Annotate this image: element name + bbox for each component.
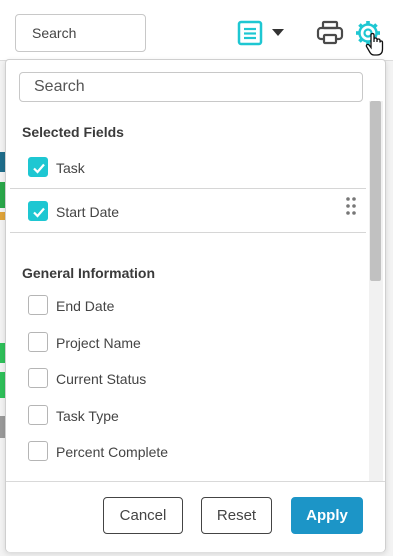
print-button[interactable] xyxy=(316,20,344,46)
checkbox-checked[interactable] xyxy=(28,201,48,221)
field-label: Task Type xyxy=(56,408,119,424)
settings-button[interactable] xyxy=(353,18,385,60)
field-row[interactable]: Project Name xyxy=(10,323,366,359)
field-row[interactable]: Task Type xyxy=(10,396,366,432)
selected-field-row[interactable]: Task xyxy=(10,145,366,189)
checkbox-unchecked[interactable] xyxy=(28,295,48,315)
field-label: Percent Complete xyxy=(56,444,169,460)
toolbar-search-input[interactable]: Search xyxy=(15,14,146,52)
drag-handle-icon[interactable] xyxy=(346,197,356,215)
field-label: Task xyxy=(56,160,85,176)
column-chooser-panel: Search Selected Fields Task Start Date G… xyxy=(5,59,386,552)
field-row[interactable]: End Date xyxy=(10,286,366,322)
checkbox-checked[interactable] xyxy=(28,157,48,177)
field-search-input[interactable]: Search xyxy=(19,72,363,102)
general-information-heading: General Information xyxy=(22,265,156,281)
scrollbar-thumb[interactable] xyxy=(370,101,381,281)
checkbox-unchecked[interactable] xyxy=(28,368,48,388)
toolbar: Search xyxy=(0,0,393,60)
view-switcher-button[interactable] xyxy=(237,19,289,47)
field-label: Project Name xyxy=(56,335,141,351)
printer-icon xyxy=(316,20,344,50)
selected-fields-heading: Selected Fields xyxy=(22,124,124,140)
checkbox-unchecked[interactable] xyxy=(28,441,48,461)
panel-footer: Cancel Reset Apply xyxy=(6,481,385,552)
field-label: Current Status xyxy=(56,371,147,387)
cancel-button[interactable]: Cancel xyxy=(103,497,183,534)
checkbox-unchecked[interactable] xyxy=(28,405,48,425)
checkbox-unchecked[interactable] xyxy=(28,332,48,352)
field-row[interactable]: Percent Complete xyxy=(10,432,366,468)
field-list: Selected Fields Task Start Date General … xyxy=(6,110,368,480)
selected-field-row[interactable]: Start Date xyxy=(10,189,366,233)
field-label: End Date xyxy=(56,298,115,314)
field-label: Start Date xyxy=(56,204,120,220)
reset-button[interactable]: Reset xyxy=(201,497,272,534)
caret-down-icon xyxy=(272,29,284,37)
apply-button[interactable]: Apply xyxy=(291,497,363,534)
list-view-icon xyxy=(237,20,263,46)
field-row[interactable]: Current Status xyxy=(10,359,366,395)
